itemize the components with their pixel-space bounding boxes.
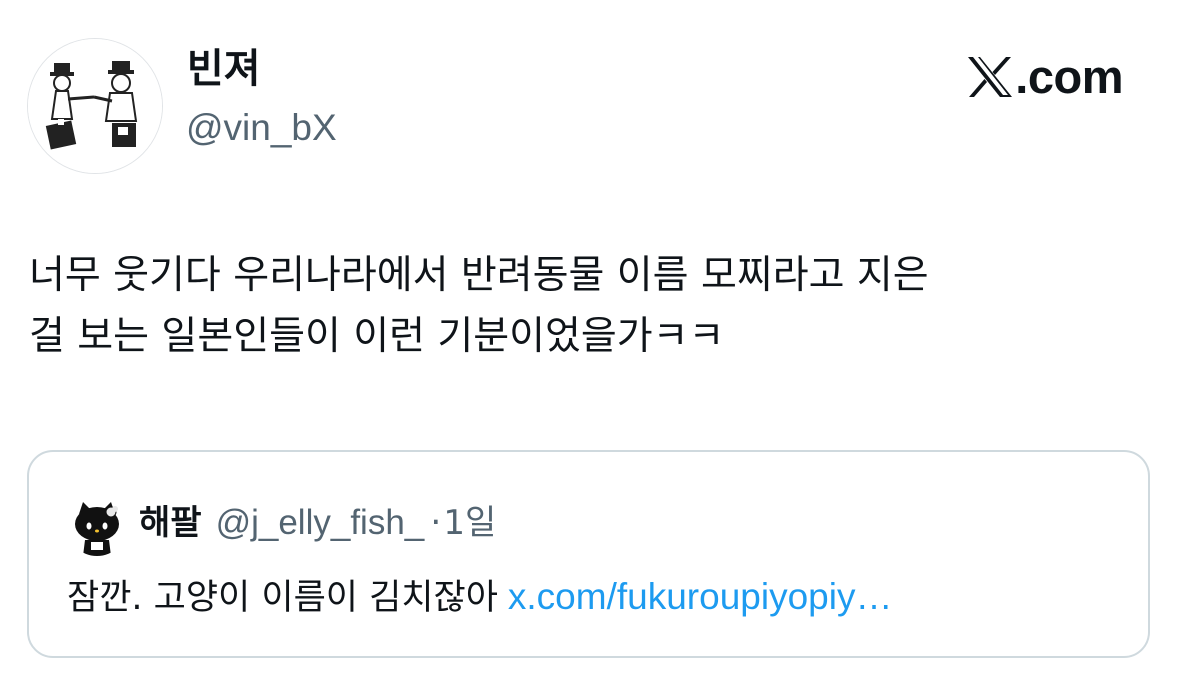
- quote-timestamp[interactable]: 1일: [443, 498, 496, 548]
- quote-text-content: 잠깐. 고양이 이름이 김치잖아: [67, 578, 498, 618]
- cat-avatar-image: [67, 496, 127, 556]
- x-com-brand: .com: [967, 52, 1123, 102]
- x-logo-icon: [968, 57, 1013, 97]
- tweet-text-line: 걸 보는 일본인들이 이런 기분이었을가ㅋㅋ: [29, 314, 725, 359]
- quote-author-display-name[interactable]: 해팔: [139, 498, 202, 548]
- tweet-text: 너무 웃기다 우리나라에서 반려동물 이름 모찌라고 지은 걸 보는 일본인들이…: [29, 245, 1149, 367]
- author-display-name[interactable]: 빈져: [187, 44, 261, 94]
- quote-header: 해팔 @j_elly_fish_ · 1일: [139, 498, 496, 548]
- quote-author-handle[interactable]: @j_elly_fish_: [216, 498, 425, 548]
- quote-author-avatar[interactable]: [67, 496, 127, 556]
- author-avatar[interactable]: [27, 38, 163, 174]
- author-handle[interactable]: @vin_bX: [186, 105, 337, 151]
- quote-link[interactable]: x.com/fukuroupiyopiy…: [508, 576, 893, 617]
- quoted-tweet-card[interactable]: 해팔 @j_elly_fish_ · 1일 잠깐. 고양이 이름이 김치잖아 x.…: [27, 450, 1150, 658]
- quote-separator: ·: [430, 503, 442, 543]
- tweet-text-line: 너무 웃기다 우리나라에서 반려동물 이름 모찌라고 지은: [29, 253, 929, 298]
- avatar-image: [28, 39, 162, 173]
- brand-domain-text: .com: [1015, 50, 1123, 103]
- quote-text: 잠깐. 고양이 이름이 김치잖아 x.com/fukuroupiyopiy…: [67, 572, 892, 623]
